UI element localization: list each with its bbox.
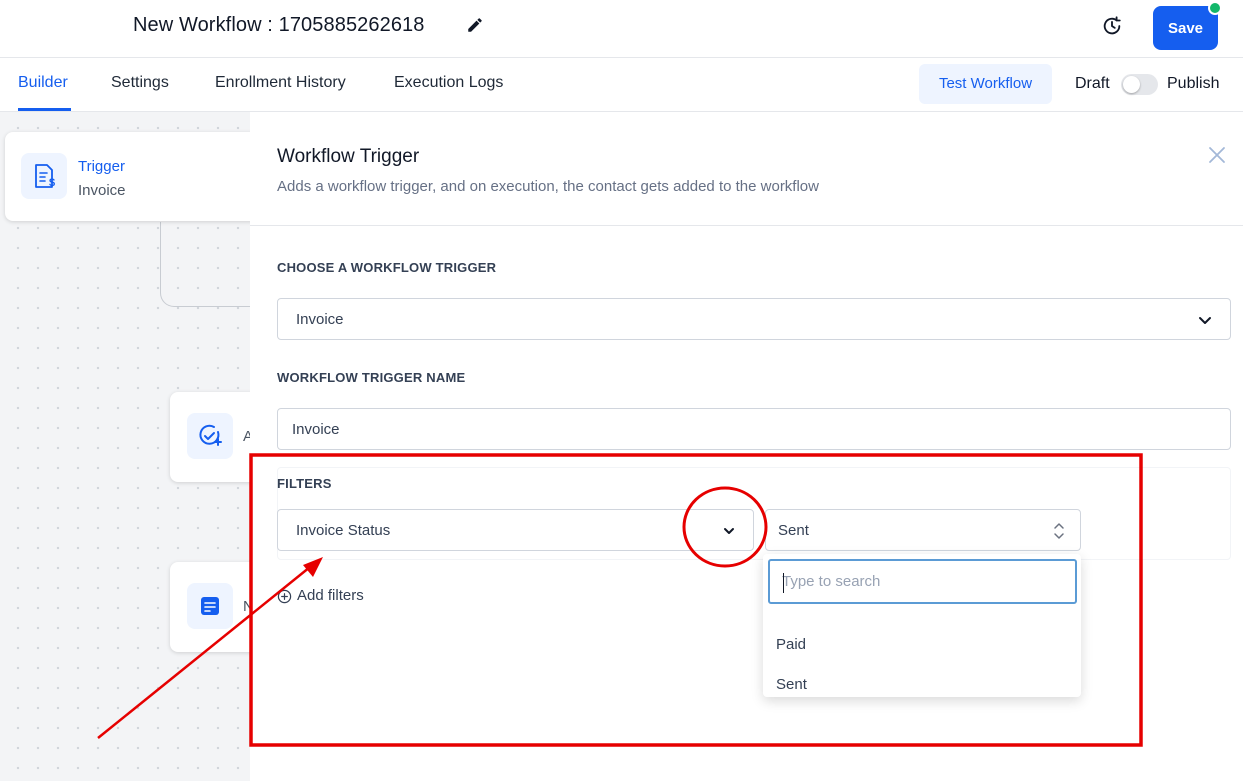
action-node-label: A [243,428,250,445]
close-icon[interactable] [1208,146,1226,164]
note-node-label: N [243,598,250,615]
dropdown-option-sent[interactable]: Sent [776,676,807,693]
trigger-node-subtitle: Invoice [78,182,126,199]
sort-icon [1054,523,1064,539]
plus-circle-icon [277,589,292,604]
svg-text:$: $ [49,177,55,189]
toggle-knob [1123,76,1140,93]
trigger-name-field[interactable] [277,408,1231,450]
note-icon [187,583,233,629]
edit-icon[interactable] [466,16,484,34]
status-dot [1208,1,1222,15]
top-bar: New Workflow : 1705885262618 Save [0,0,1243,58]
trigger-panel: Workflow Trigger Adds a workflow trigger… [250,112,1243,781]
filter-value: Sent [778,522,809,539]
active-tab-indicator [18,108,71,111]
test-workflow-button[interactable]: Test Workflow [919,64,1052,104]
action-node[interactable]: A [170,392,250,482]
workflow-canvas[interactable]: $ Trigger Invoice A N [0,112,250,781]
chevron-down-icon[interactable] [722,524,736,538]
trigger-select[interactable]: Invoice [277,298,1231,340]
filters-label: FILTERS [277,476,332,491]
tab-settings[interactable]: Settings [111,74,169,92]
trigger-select-value: Invoice [296,311,344,328]
add-filters-label: Add filters [297,587,364,604]
note-node[interactable]: N [170,562,250,652]
trigger-name-label: WORKFLOW TRIGGER NAME [277,370,466,385]
panel-title: Workflow Trigger [277,146,420,167]
history-icon[interactable] [1101,15,1123,37]
filter-value-dropdown: Paid Sent [763,554,1081,697]
dropdown-option-paid[interactable]: Paid [776,636,806,653]
trigger-node-title: Trigger [78,158,125,175]
check-plus-icon [187,413,233,459]
tab-execution-logs[interactable]: Execution Logs [394,74,503,92]
publish-toggle[interactable] [1121,74,1158,95]
tab-enrollment-history[interactable]: Enrollment History [215,74,346,92]
tab-builder[interactable]: Builder [18,74,68,92]
dropdown-search[interactable] [768,559,1077,604]
filter-value-select[interactable]: Sent [765,509,1081,551]
publish-label: Publish [1167,75,1220,92]
filter-field-value: Invoice Status [296,522,391,539]
tabs-bar: Builder Settings Enrollment History Exec… [0,58,1243,112]
draft-label: Draft [1075,75,1110,92]
save-button[interactable]: Save [1153,6,1218,50]
panel-subtitle: Adds a workflow trigger, and on executio… [277,178,819,195]
trigger-node[interactable]: $ Trigger Invoice [5,132,250,221]
workflow-title: New Workflow : 1705885262618 [133,14,425,36]
chevron-down-icon [1199,317,1211,324]
invoice-icon: $ [21,153,67,199]
dropdown-search-input[interactable] [770,561,1075,602]
choose-trigger-label: CHOOSE A WORKFLOW TRIGGER [277,260,497,275]
trigger-name-input[interactable] [278,409,1230,449]
add-filters-link[interactable]: Add filters [277,587,364,604]
panel-divider [250,225,1243,226]
text-cursor [783,573,784,593]
connector-line [160,222,250,307]
filter-field-select[interactable]: Invoice Status [277,509,754,551]
